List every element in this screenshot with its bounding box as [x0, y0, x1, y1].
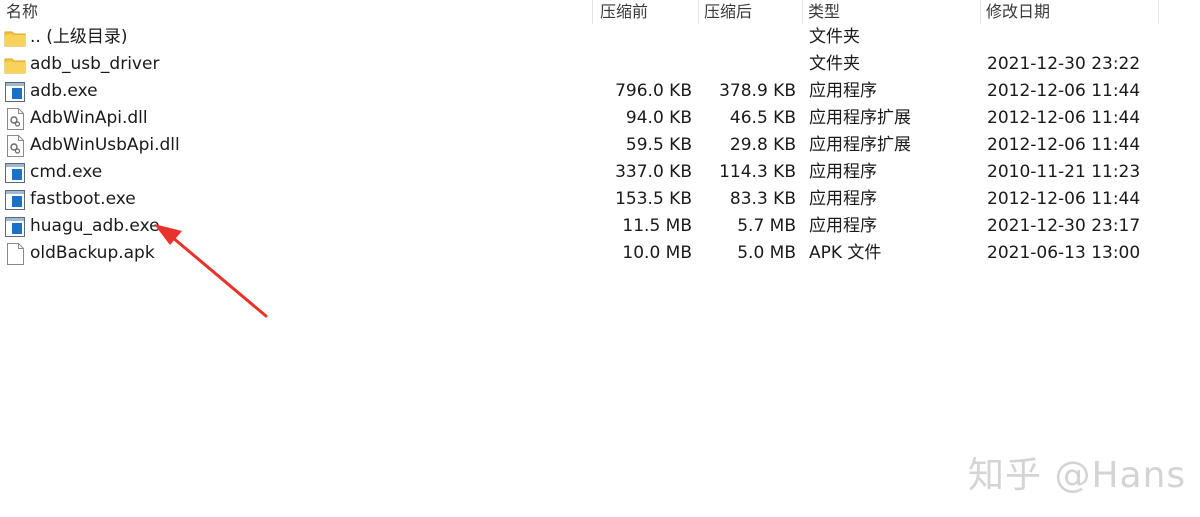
- file-type: 应用程序: [809, 189, 877, 209]
- file-size: 796.0 KB: [615, 81, 692, 101]
- file-modified: 2012-12-06 11:44: [987, 189, 1141, 209]
- file-size: 94.0 KB: [625, 108, 692, 128]
- exe-icon: [4, 216, 26, 238]
- watermark: 知乎 @Hans: [968, 455, 1187, 496]
- column-separator[interactable]: [802, 0, 803, 24]
- file-type: 应用程序: [809, 162, 877, 182]
- file-compressed-size: 5.7 MB: [737, 216, 796, 236]
- file-name: adb.exe: [30, 81, 98, 101]
- file-name: .. (上级目录): [30, 27, 128, 47]
- file-row[interactable]: adb.exe 796.0 KB 378.9 KB 应用程序 2012-12-0…: [0, 78, 1200, 105]
- column-header-row: 名称 压缩前 压缩后 类型 修改日期: [0, 0, 1200, 24]
- file-modified: 2012-12-06 11:44: [987, 81, 1141, 101]
- file-type: 文件夹: [809, 54, 860, 74]
- file-size: 10.0 MB: [622, 243, 692, 263]
- file-modified: 2010-11-21 11:23: [987, 162, 1141, 182]
- column-separator[interactable]: [592, 0, 593, 24]
- column-header-size[interactable]: 压缩前: [600, 2, 648, 24]
- file-row[interactable]: huagu_adb.exe 11.5 MB 5.7 MB 应用程序 2021-1…: [0, 213, 1200, 240]
- file-size: 11.5 MB: [622, 216, 692, 236]
- file-row[interactable]: AdbWinApi.dll 94.0 KB 46.5 KB 应用程序扩展 201…: [0, 105, 1200, 132]
- file-compressed-size: 5.0 MB: [737, 243, 796, 263]
- file-type: APK 文件: [809, 243, 882, 263]
- column-separator[interactable]: [1158, 0, 1159, 24]
- file-modified: 2021-06-13 13:00: [987, 243, 1141, 263]
- file-row[interactable]: cmd.exe 337.0 KB 114.3 KB 应用程序 2010-11-2…: [0, 159, 1200, 186]
- file-name: oldBackup.apk: [30, 243, 155, 263]
- file-compressed-size: 83.3 KB: [729, 189, 796, 209]
- file-modified: 2021-12-30 23:22: [987, 54, 1141, 74]
- column-header-name[interactable]: 名称: [6, 2, 38, 24]
- file-type: 应用程序: [809, 216, 877, 236]
- file-compressed-size: 46.5 KB: [729, 108, 796, 128]
- column-header-type[interactable]: 类型: [808, 2, 840, 24]
- dll-icon: [4, 135, 26, 157]
- file-row[interactable]: oldBackup.apk 10.0 MB 5.0 MB APK 文件 2021…: [0, 240, 1200, 267]
- file-size: 153.5 KB: [615, 189, 692, 209]
- file-modified: 2012-12-06 11:44: [987, 135, 1141, 155]
- exe-icon: [4, 189, 26, 211]
- file-name: fastboot.exe: [30, 189, 136, 209]
- file-name: AdbWinUsbApi.dll: [30, 135, 180, 155]
- column-separator[interactable]: [980, 0, 981, 24]
- file-name: AdbWinApi.dll: [30, 108, 148, 128]
- file-type: 应用程序扩展: [809, 135, 911, 155]
- file-compressed-size: 29.8 KB: [729, 135, 796, 155]
- folder-icon: [4, 54, 26, 76]
- column-header-modified[interactable]: 修改日期: [986, 2, 1050, 24]
- file-list: 名称 压缩前 压缩后 类型 修改日期 .. (上级目录) 文件夹 adb_usb…: [0, 0, 1200, 267]
- exe-icon: [4, 162, 26, 184]
- folder-icon: [4, 27, 26, 49]
- file-name: huagu_adb.exe: [30, 216, 160, 236]
- file-type: 文件夹: [809, 27, 860, 47]
- dll-icon: [4, 108, 26, 130]
- file-compressed-size: 378.9 KB: [719, 81, 796, 101]
- file-name: cmd.exe: [30, 162, 103, 182]
- file-size: 337.0 KB: [615, 162, 692, 182]
- file-icon: [4, 243, 26, 265]
- exe-icon: [4, 81, 26, 103]
- file-size: 59.5 KB: [625, 135, 692, 155]
- file-compressed-size: 114.3 KB: [719, 162, 796, 182]
- file-rows: .. (上级目录) 文件夹 adb_usb_driver 文件夹 2021-12…: [0, 24, 1200, 267]
- file-name: adb_usb_driver: [30, 54, 160, 74]
- file-row[interactable]: fastboot.exe 153.5 KB 83.3 KB 应用程序 2012-…: [0, 186, 1200, 213]
- file-row[interactable]: adb_usb_driver 文件夹 2021-12-30 23:22: [0, 51, 1200, 78]
- file-modified: 2021-12-30 23:17: [987, 216, 1141, 236]
- column-header-compressed[interactable]: 压缩后: [704, 2, 752, 24]
- file-type: 应用程序: [809, 81, 877, 101]
- file-type: 应用程序扩展: [809, 108, 911, 128]
- file-row[interactable]: AdbWinUsbApi.dll 59.5 KB 29.8 KB 应用程序扩展 …: [0, 132, 1200, 159]
- file-modified: 2012-12-06 11:44: [987, 108, 1141, 128]
- file-row[interactable]: .. (上级目录) 文件夹: [0, 24, 1200, 51]
- column-separator[interactable]: [698, 0, 699, 24]
